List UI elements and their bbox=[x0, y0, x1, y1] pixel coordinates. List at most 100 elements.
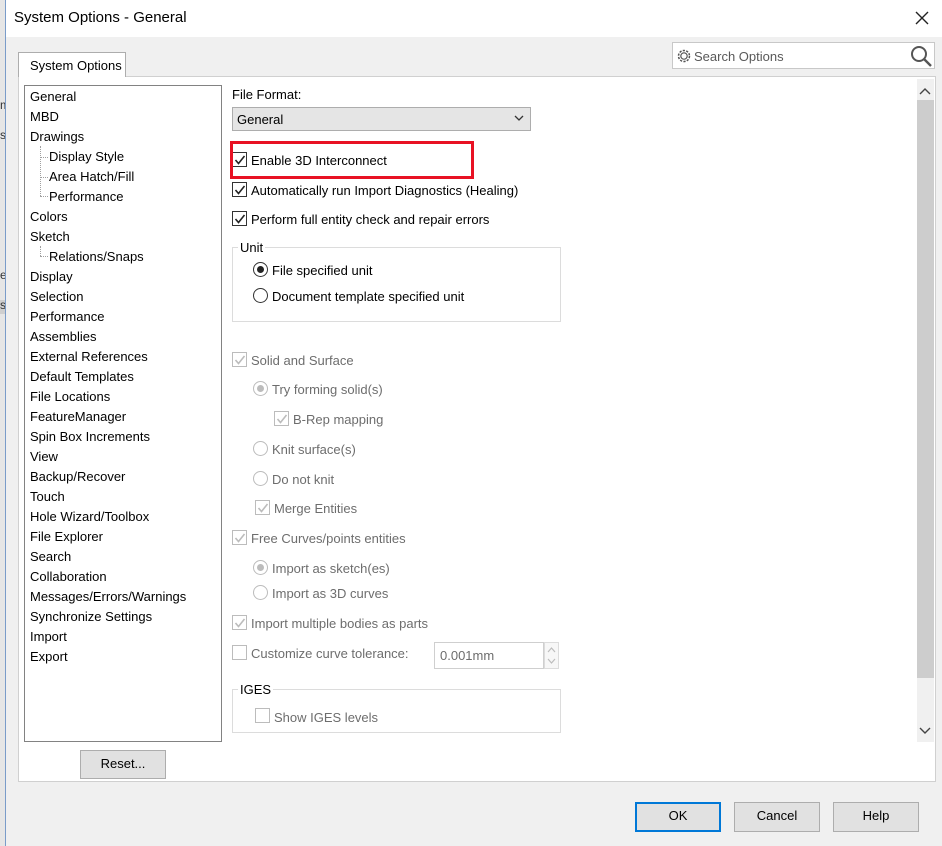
tree-item[interactable]: Assemblies bbox=[30, 329, 96, 344]
scrollbar-thumb[interactable] bbox=[917, 100, 934, 678]
ok-button[interactable]: OK bbox=[635, 802, 721, 832]
customize-curve-tolerance-checkbox[interactable] bbox=[232, 645, 247, 660]
tree-item[interactable]: Search bbox=[30, 549, 71, 564]
brep-mapping-label: B-Rep mapping bbox=[293, 412, 384, 427]
curve-tolerance-input[interactable]: 0.001mm bbox=[434, 642, 544, 669]
tree-item[interactable]: Spin Box Increments bbox=[30, 429, 150, 444]
document-template-unit-radio[interactable] bbox=[253, 288, 268, 303]
knit-surfaces-label: Knit surface(s) bbox=[272, 442, 356, 457]
file-format-value: General bbox=[237, 112, 284, 127]
close-button[interactable] bbox=[909, 5, 935, 31]
tree-item[interactable]: MBD bbox=[30, 109, 59, 124]
tree-item[interactable]: Display bbox=[30, 269, 73, 284]
tree-item[interactable]: Hole Wizard/Toolbox bbox=[30, 509, 149, 524]
checkmark-icon bbox=[234, 618, 246, 628]
options-tree: General MBD Drawings Display Style Area … bbox=[24, 85, 222, 742]
tree-item[interactable]: General bbox=[30, 89, 76, 104]
tree-item[interactable]: Backup/Recover bbox=[30, 469, 125, 484]
tree-item[interactable]: Import bbox=[30, 629, 67, 644]
brep-mapping-checkbox[interactable] bbox=[274, 411, 289, 426]
file-specified-unit-radio[interactable] bbox=[253, 262, 268, 277]
tree-item[interactable]: Performance bbox=[49, 189, 123, 204]
tree-item[interactable]: View bbox=[30, 449, 58, 464]
auto-import-diagnostics-checkbox[interactable] bbox=[232, 182, 247, 197]
cancel-button[interactable]: Cancel bbox=[734, 802, 820, 832]
spin-arrows-icon bbox=[547, 647, 556, 664]
tree-item[interactable]: Colors bbox=[30, 209, 68, 224]
document-template-unit-label[interactable]: Document template specified unit bbox=[272, 289, 464, 304]
system-options-dialog: System Options - General Search Options … bbox=[5, 0, 942, 846]
customize-curve-tolerance-label: Customize curve tolerance: bbox=[251, 646, 409, 661]
chevron-down-icon bbox=[514, 115, 524, 121]
show-iges-levels-label: Show IGES levels bbox=[274, 710, 379, 725]
try-forming-solid-radio[interactable] bbox=[253, 381, 268, 396]
checkmark-icon bbox=[234, 355, 246, 365]
checkmark-icon bbox=[234, 185, 246, 195]
import-as-sketch-radio[interactable] bbox=[253, 560, 268, 575]
tree-item[interactable]: Default Templates bbox=[30, 369, 134, 384]
scroll-up-icon bbox=[919, 88, 931, 95]
checkmark-icon bbox=[276, 414, 288, 424]
title-bar: System Options - General bbox=[6, 0, 942, 37]
tree-item[interactable]: Display Style bbox=[49, 149, 124, 164]
highlight-box bbox=[230, 141, 474, 179]
tree-item[interactable]: Collaboration bbox=[30, 569, 107, 584]
import-as-3d-curves-radio[interactable] bbox=[253, 585, 268, 600]
import-multiple-bodies-label: Import multiple bodies as parts bbox=[251, 616, 429, 631]
tree-connector bbox=[40, 157, 48, 158]
file-specified-unit-label[interactable]: File specified unit bbox=[272, 263, 372, 278]
tree-connector bbox=[40, 177, 48, 178]
tree-item[interactable]: External References bbox=[30, 349, 148, 364]
knit-surfaces-radio[interactable] bbox=[253, 441, 268, 456]
tab-system-options[interactable]: System Options bbox=[18, 52, 126, 77]
tree-item[interactable]: Touch bbox=[30, 489, 65, 504]
search-input[interactable]: Search Options bbox=[694, 49, 784, 64]
full-entity-check-checkbox[interactable] bbox=[232, 211, 247, 226]
tree-connector bbox=[40, 246, 41, 256]
tree-item[interactable]: Synchronize Settings bbox=[30, 609, 152, 624]
import-multiple-bodies-checkbox[interactable] bbox=[232, 615, 247, 630]
tree-connector bbox=[40, 196, 48, 197]
free-curves-checkbox[interactable] bbox=[232, 530, 247, 545]
curve-tolerance-spinner[interactable] bbox=[544, 642, 559, 669]
file-format-dropdown[interactable]: General bbox=[232, 107, 531, 131]
solid-surface-label: Solid and Surface bbox=[251, 353, 354, 368]
help-button[interactable]: Help bbox=[833, 802, 919, 832]
checkmark-icon bbox=[257, 503, 269, 513]
search-icon bbox=[911, 46, 932, 67]
auto-import-diagnostics-label[interactable]: Automatically run Import Diagnostics (He… bbox=[251, 183, 518, 198]
show-iges-levels-checkbox[interactable] bbox=[255, 708, 270, 723]
import-as-sketch-label: Import as sketch(es) bbox=[272, 561, 390, 576]
do-not-knit-radio[interactable] bbox=[253, 471, 268, 486]
tree-item[interactable]: File Locations bbox=[30, 389, 110, 404]
iges-group-legend: IGES bbox=[238, 682, 274, 697]
tree-item[interactable]: Performance bbox=[30, 309, 104, 324]
tree-item[interactable]: Relations/Snaps bbox=[49, 249, 144, 264]
free-curves-label: Free Curves/points entities bbox=[251, 531, 406, 546]
tree-item[interactable]: Selection bbox=[30, 289, 83, 304]
file-format-label: File Format: bbox=[232, 87, 302, 102]
close-icon bbox=[915, 11, 929, 25]
scroll-down-icon bbox=[919, 727, 931, 734]
try-forming-solid-label: Try forming solid(s) bbox=[272, 382, 383, 397]
merge-entities-label: Merge Entities bbox=[274, 501, 358, 516]
tree-item[interactable]: FeatureManager bbox=[30, 409, 126, 424]
tree-item[interactable]: Drawings bbox=[30, 129, 84, 144]
tree-connector bbox=[40, 256, 48, 257]
unit-group bbox=[232, 247, 561, 322]
window-title: System Options - General bbox=[14, 9, 187, 26]
tree-item[interactable]: Export bbox=[30, 649, 68, 664]
import-as-3d-curves-label: Import as 3D curves bbox=[272, 586, 389, 601]
reset-button[interactable]: Reset... bbox=[80, 750, 166, 779]
solid-surface-checkbox[interactable] bbox=[232, 352, 247, 367]
checkmark-icon bbox=[234, 533, 246, 543]
unit-group-legend: Unit bbox=[238, 240, 266, 255]
gear-icon bbox=[677, 49, 691, 63]
tree-item[interactable]: Messages/Errors/Warnings bbox=[30, 589, 186, 604]
tree-item[interactable]: Area Hatch/Fill bbox=[49, 169, 134, 184]
search-options[interactable]: Search Options bbox=[672, 42, 935, 69]
tree-item[interactable]: File Explorer bbox=[30, 529, 103, 544]
tree-item[interactable]: Sketch bbox=[30, 229, 70, 244]
full-entity-check-label[interactable]: Perform full entity check and repair err… bbox=[251, 212, 489, 227]
merge-entities-checkbox[interactable] bbox=[255, 500, 270, 515]
